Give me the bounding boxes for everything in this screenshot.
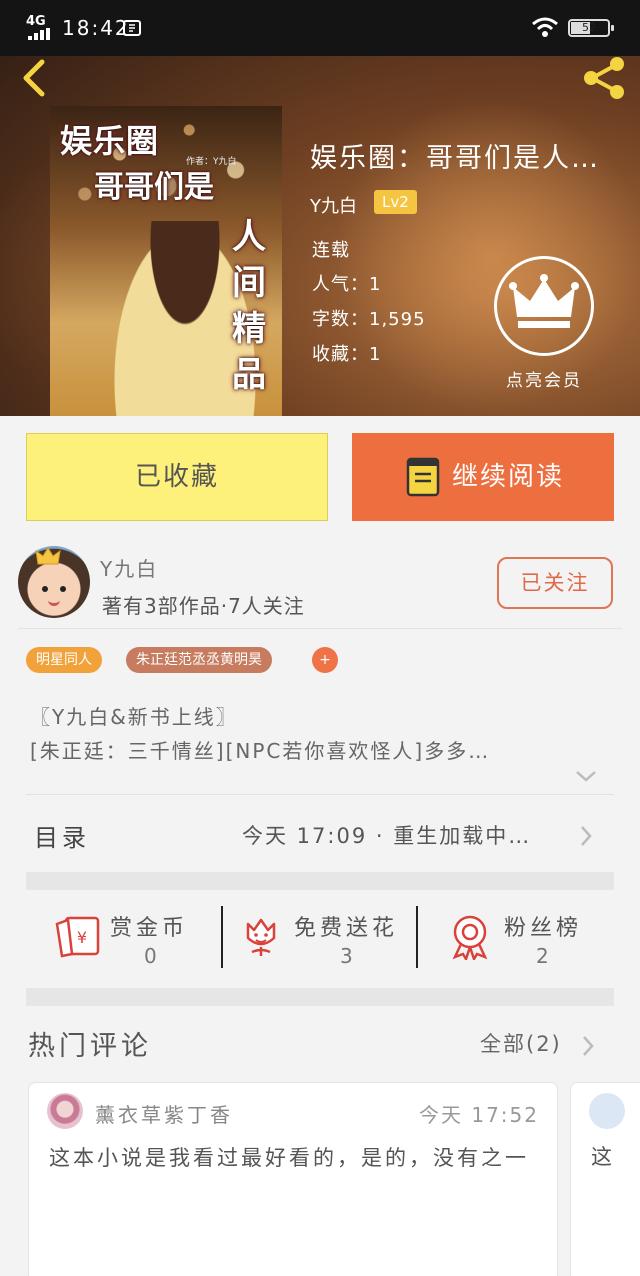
back-icon[interactable] [16,58,52,98]
book-author[interactable]: Y九白 [310,192,357,218]
vip-label[interactable]: 点亮会员 [486,366,602,391]
section-separator [26,872,614,890]
share-icon[interactable] [580,56,628,100]
writer-stats: 著有3部作品·7人关注 [102,594,305,618]
level-badge: Lv2 [374,190,417,214]
commenter-avatar[interactable] [589,1093,625,1129]
comment-text: 这 [591,1145,612,1169]
section-separator [26,988,614,1006]
book-icon [406,457,440,497]
book-status: 连载 [312,240,350,261]
avatar-crown-icon [35,547,61,565]
add-tag-button[interactable]: + [312,647,338,673]
follow-button[interactable]: 已关注 [497,557,613,609]
writer-name[interactable]: Y九白 [100,553,158,582]
comment-text: 这本小说是我看过最好看的，是的，没有之一 [49,1146,529,1170]
comment-card[interactable]: 薰衣草紫丁香 今天 17:52 这本小说是我看过最好看的，是的，没有之一 [28,1082,558,1276]
divider [26,794,614,795]
avatar-eye [42,586,48,592]
fans-ranking-button[interactable]: 粉丝榜 2 [450,904,590,970]
avatar-eye [60,586,66,592]
battery-level: 52 [582,21,596,34]
commenter-avatar[interactable] [47,1093,83,1129]
send-flower-button[interactable]: 免费送花 3 [242,904,412,970]
reward-coins-button[interactable]: ¥ 赏金币 0 [54,904,204,970]
flower-value: 3 [340,944,353,968]
all-comments-link[interactable]: 全部(2) [480,1028,562,1058]
hot-comments-title: 热门评论 [28,1031,152,1062]
toc-latest-chapter: 今天 17:09 · 重生加载中… [242,824,532,848]
book-cover[interactable]: 娱乐圈 哥哥们是 作者：Y九白 人 间 精 品 [50,106,282,416]
wifi-icon [532,17,558,37]
clock: 18:42 [62,16,130,40]
book-title: 娱乐圈：哥哥们是人… [310,143,600,174]
toc-label: 目录 [34,824,90,852]
medal-icon [452,915,488,960]
cover-title-line2: 哥哥们是 [94,170,214,205]
network-label: 4G [26,14,46,29]
red-envelope-icon: ¥ [55,916,100,958]
cover-small-text: 作者：Y九白 [186,157,237,167]
description-line1: 〖Y九白&新书上线〗 [30,705,238,729]
continue-reading-button[interactable]: 继续阅读 [352,433,614,521]
fans-label: 粉丝榜 [504,916,583,941]
book-favorites: 收藏：1 [312,344,382,365]
reward-label: 赏金币 [110,916,189,941]
comment-time: 今天 17:52 [419,1103,539,1127]
cover-title-line1: 娱乐圈 [60,122,160,160]
description-line2: [朱正廷：三千情丝][NPC若你喜欢怪人]多多… [30,739,491,763]
svg-text:¥: ¥ [77,928,87,947]
comment-card[interactable]: 这 [570,1082,640,1276]
chevron-right-icon [581,826,592,846]
crown-icon [509,274,579,328]
tag-characters[interactable]: 朱正廷范丞丞黄明昊 [126,647,272,673]
flower-icon [246,918,276,956]
screenshot-icon [123,20,141,36]
book-header: 4G 18:42 52 娱乐圈 哥哥们是 作者：Y九白 人 间 精 品 娱乐圈：… [0,0,640,416]
stat-separator [221,906,223,968]
vip-button[interactable] [494,256,594,356]
chevron-down-icon[interactable] [574,768,598,784]
continue-reading-label: 继续阅读 [452,462,565,492]
book-word-count: 字数：1,595 [312,309,426,330]
stat-separator [416,906,418,968]
book-popularity: 人气：1 [312,274,382,295]
fans-value: 2 [536,944,549,968]
divider [18,628,622,629]
toc-row[interactable]: 目录 今天 17:09 · 重生加载中… [26,796,614,872]
collected-button[interactable]: 已收藏 [26,433,328,521]
status-bar: 4G 18:42 52 [0,0,640,56]
cover-vertical-title: 人 间 精 品 [232,217,266,395]
reward-value: 0 [144,944,157,968]
chevron-right-icon[interactable] [580,1034,596,1058]
commenter-name[interactable]: 薰衣草紫丁香 [95,1099,233,1128]
flower-label: 免费送花 [294,916,399,941]
tag-genre[interactable]: 明星同人 [26,647,102,673]
battery-icon: 52 [568,19,614,37]
avatar-mouth [48,600,60,606]
signal-icon [28,28,54,40]
